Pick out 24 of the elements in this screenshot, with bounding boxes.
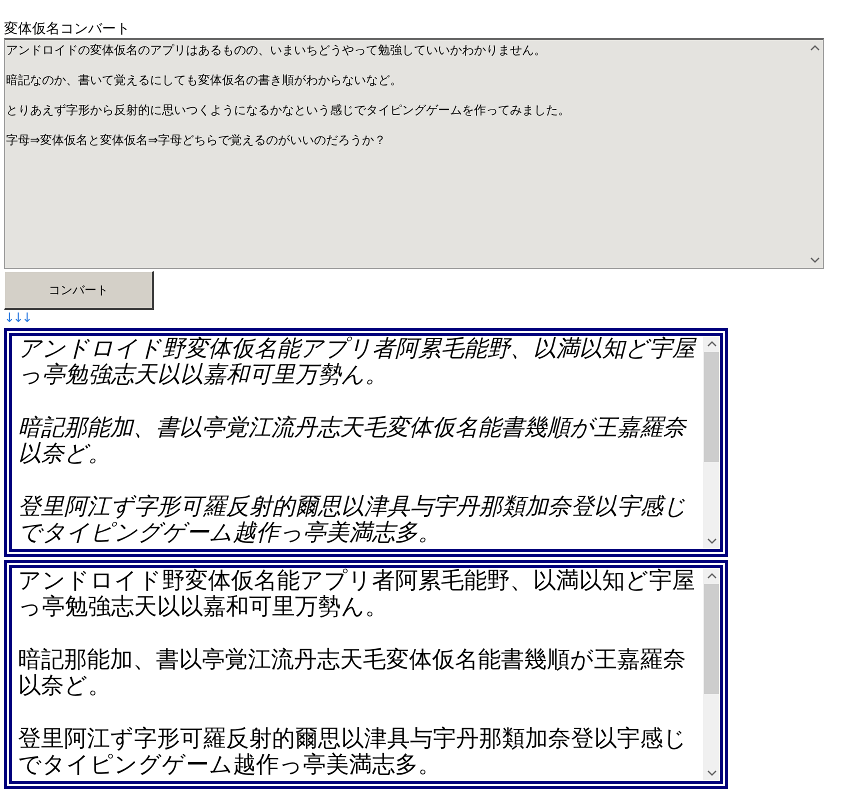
- output-paragraph: 暗記那能加、書以亭覚江流丹志天毛変体仮名能書幾順が王嘉羅奈以奈ど。: [18, 647, 687, 699]
- scroll-down-icon[interactable]: [810, 257, 820, 263]
- scrollbar[interactable]: [703, 336, 720, 549]
- scroll-up-icon[interactable]: [706, 341, 716, 347]
- output-paragraph: 登里阿江ず字形可羅反射的爾思以津具与宇丹那類加奈登以宇感じでタイピングゲーム越作っ亭美満志多。: [18, 494, 688, 546]
- input-paragraph: 字母⇒変体仮名と変体仮名⇒字母どちらで覚えるのがいいのだろうか？: [6, 133, 388, 147]
- input-paragraph: 暗記なのか、書いて覚えるにしても変体仮名の書き順がわからないなど。: [6, 73, 403, 87]
- scroll-thumb[interactable]: [704, 352, 719, 462]
- input-field[interactable]: アンドロイドの変体仮名のアプリはあるものの、いまいちどうやって勉強していいかわかりません。 暗記なのか、書いて覚えるにしても変体仮名の書き順がわからないなど。 とりあえず字形から反射的に思いつくようになるかなという感じでタイピングゲームを作ってみました。 字母⇒変体仮名と変体仮名⇒字母どちらで覚えるのがいいのだろうか？: [4, 38, 824, 269]
- scroll-up-icon[interactable]: [810, 45, 820, 51]
- page-title: 変体仮名コンバート: [4, 20, 130, 38]
- scroll-up-icon[interactable]: [706, 573, 716, 579]
- down-arrows: ↓↓↓: [4, 310, 31, 328]
- scroll-down-icon[interactable]: [706, 770, 716, 776]
- output-paragraph: アンドロイド野変体仮名能アプリ者阿累毛能野、以満以知ど宇屋っ亭勉強志天以以嘉和可里万勢ん。: [18, 568, 696, 620]
- scroll-down-icon[interactable]: [706, 538, 716, 544]
- input-paragraph: アンドロイドの変体仮名のアプリはあるものの、いまいちどうやって勉強していいかわかりません。: [6, 43, 547, 57]
- input-paragraph: とりあえず字形から反射的に思いつくようになるかなという感じでタイピングゲームを作ってみました。: [6, 103, 571, 117]
- scrollbar[interactable]: [703, 568, 720, 781]
- output-paragraph: 暗記那能加、書以亭覚江流丹志天毛変体仮名能書幾順が王嘉羅奈以奈ど。: [18, 415, 688, 467]
- scroll-thumb[interactable]: [704, 584, 719, 694]
- convert-button[interactable]: コンバート: [4, 271, 154, 310]
- output-paragraph: 登里阿江ず字形可羅反射的爾思以津具与宇丹那類加奈登以宇感じでタイピングゲーム越作っ亭美満志多。: [18, 726, 688, 778]
- output-paragraph: アンドロイド野変体仮名能アプリ者阿累毛能野、以満以知ど宇屋っ亭勉強志天以以嘉和可里万勢ん。: [18, 336, 698, 388]
